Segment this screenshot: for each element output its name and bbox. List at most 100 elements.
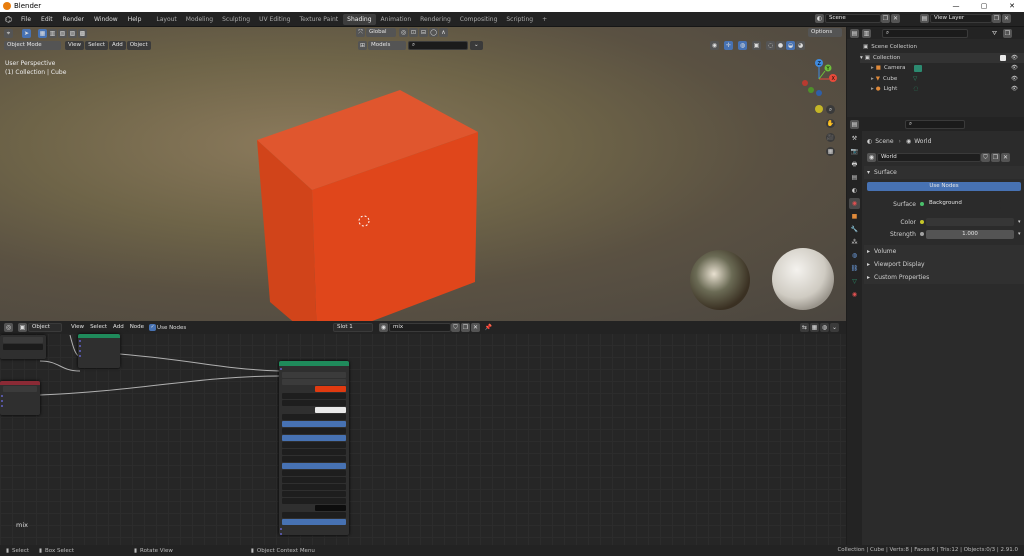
ortho-grid-icon[interactable]: ▦	[826, 147, 835, 156]
expand-icon[interactable]: ▸	[871, 84, 874, 95]
viewport-menu-select[interactable]: Select	[85, 41, 109, 50]
object-tab-icon[interactable]: ■	[849, 211, 860, 222]
viewport-menu-view[interactable]: View	[65, 41, 85, 50]
pan-hand-icon[interactable]: ✋	[826, 119, 835, 128]
outliner-item-light[interactable]: ▸ ● Light ◌ 👁	[871, 84, 1024, 95]
outliner-search[interactable]: ⌕	[882, 28, 968, 38]
particles-tab-icon[interactable]: ⁂	[849, 237, 860, 248]
use-nodes-button[interactable]: Use Nodes	[867, 182, 1021, 191]
overlay-toggle-icon[interactable]: ◍	[738, 41, 747, 50]
cube-visibility-icon[interactable]: 👁	[1011, 74, 1018, 85]
menu-window[interactable]: Window	[89, 16, 123, 23]
collapse-icon[interactable]: ▾	[860, 53, 863, 64]
menu-render[interactable]: Render	[58, 16, 89, 23]
outliner-item-cube[interactable]: ▸ ▼ Cube ▽ 👁	[871, 74, 1024, 85]
mode-dropdown[interactable]: Object Mode	[4, 41, 61, 50]
orientation-dropdown[interactable]: Global	[366, 28, 396, 37]
outliner-item-camera[interactable]: ▸ ■ Camera 👁	[871, 63, 1024, 74]
shader-node-editor[interactable]: ◎ ▣ Object View Select Add Node ✓ Use No…	[0, 321, 846, 545]
world-browse-icon[interactable]: ◉	[867, 152, 876, 162]
scene-icon[interactable]: ◐	[815, 14, 824, 23]
new-view-layer-icon[interactable]: ❐	[992, 14, 1001, 23]
select-invert-icon[interactable]: ▨	[68, 28, 77, 38]
surface-shader-field[interactable]: Background	[926, 199, 1001, 209]
add-workspace-button[interactable]: +	[538, 14, 551, 25]
select-intersect-icon[interactable]: ▩	[78, 28, 87, 38]
solid-shading-icon[interactable]: ●	[776, 41, 785, 50]
tab-animation[interactable]: Animation	[377, 14, 416, 25]
env-search[interactable]: ⌕	[408, 41, 468, 50]
modifier-tab-icon[interactable]: 🔧	[849, 224, 860, 235]
viewport-display-panel-header[interactable]: ▸ Viewport Display	[864, 258, 1024, 271]
material-tab-icon[interactable]: ◉	[849, 289, 860, 300]
collection-visibility-icon[interactable]: 👁	[1011, 53, 1018, 64]
light-visibility-icon[interactable]: 👁	[1011, 84, 1018, 95]
scene-tab-icon[interactable]: ◐	[849, 185, 860, 196]
strength-options-icon[interactable]: ▾	[1018, 231, 1021, 237]
world-duplicate-icon[interactable]: ❐	[991, 152, 1000, 162]
minimize-button[interactable]: —	[944, 0, 968, 12]
delete-view-layer-icon[interactable]: ✕	[1002, 14, 1011, 23]
scene-collection-row[interactable]: ▣ Scene Collection	[863, 42, 1024, 53]
env-expand-icon[interactable]: ⌄	[470, 41, 483, 50]
env-dropdown[interactable]: Models	[368, 41, 406, 50]
render-tab-icon[interactable]: 📷	[849, 146, 860, 157]
tab-layout[interactable]: Layout	[152, 14, 180, 25]
data-tab-icon[interactable]: ▽	[849, 276, 860, 287]
surface-panel-header[interactable]: ▾ Surface	[864, 166, 1024, 179]
3d-viewport[interactable]: ⌖ ➤ ▦ ▥ ▧ ▨ ▩ ⤧ Global ◎ ⊡ ⊟ ◯ ∧ Options…	[0, 27, 846, 321]
collection-checkbox[interactable]	[1000, 54, 1006, 61]
world-fake-user-icon[interactable]: ⛉	[981, 152, 990, 162]
camera-visibility-icon[interactable]: 👁	[1011, 63, 1018, 74]
display-mode-icon[interactable]: ▥	[862, 28, 871, 38]
tab-texture-paint[interactable]: Texture Paint	[295, 14, 342, 25]
wireframe-shading-icon[interactable]: ◌	[766, 41, 775, 50]
view-layer-selector[interactable]: View Layer	[930, 14, 992, 23]
xray-toggle-icon[interactable]: ▣	[752, 41, 761, 50]
properties-search[interactable]: ⌕	[905, 119, 965, 129]
menu-edit[interactable]: Edit	[36, 16, 58, 23]
properties-type-icon[interactable]: ▤	[850, 119, 859, 129]
outliner-type-icon[interactable]: ▤	[850, 28, 859, 38]
rendered-shading-icon[interactable]: ◕	[796, 41, 805, 50]
color-swatch[interactable]	[926, 218, 1014, 226]
select-subtract-icon[interactable]: ▧	[58, 28, 67, 38]
falloff-icon[interactable]: ∧	[439, 28, 448, 37]
tab-compositing[interactable]: Compositing	[456, 14, 502, 25]
delete-scene-icon[interactable]: ✕	[891, 14, 900, 23]
world-tab-icon[interactable]: ◉	[849, 198, 860, 209]
select-box-mode-icon[interactable]: ▦	[38, 28, 47, 38]
select-extend-icon[interactable]: ▥	[48, 28, 57, 38]
volume-panel-header[interactable]: ▸ Volume	[864, 245, 1024, 258]
mapping-node[interactable]	[78, 334, 120, 368]
color-options-icon[interactable]: ▾	[1018, 219, 1021, 225]
image-node[interactable]	[0, 335, 46, 359]
viewport-menu-object[interactable]: Object	[126, 41, 151, 50]
pivot-icon[interactable]: ◎	[399, 28, 408, 37]
collection-row[interactable]: ▾ ▣ Collection 👁	[860, 52, 1024, 64]
tab-scripting[interactable]: Scripting	[502, 14, 537, 25]
strength-field[interactable]: 1.000	[926, 229, 1014, 239]
menu-file[interactable]: File	[16, 16, 36, 23]
tab-shading[interactable]: Shading	[343, 13, 376, 25]
tab-modeling[interactable]: Modeling	[182, 14, 217, 25]
world-name-field[interactable]: World	[877, 152, 981, 162]
tab-sculpting[interactable]: Sculpting	[218, 14, 254, 25]
principled-bsdf-node[interactable]	[279, 361, 349, 535]
view-layer-tab-icon[interactable]: ▤	[849, 172, 860, 183]
options-dropdown[interactable]: Options	[808, 28, 842, 37]
gizmo-toggle-icon[interactable]: ✛	[724, 41, 733, 50]
physics-tab-icon[interactable]: ◍	[849, 250, 860, 261]
visibility-icon[interactable]: ◉	[710, 41, 719, 50]
snap-target-icon[interactable]: ⊟	[419, 28, 428, 37]
snap-icon[interactable]: ⊡	[409, 28, 418, 37]
constraints-tab-icon[interactable]: ⛓	[849, 263, 860, 274]
hdri-icon[interactable]: ⊞	[358, 41, 367, 50]
material-shading-icon[interactable]: ◒	[786, 41, 795, 50]
proportional-edit-icon[interactable]: ◯	[429, 28, 438, 37]
material-output-node[interactable]	[0, 381, 40, 415]
blender-menu-icon[interactable]: ⌬	[5, 15, 12, 24]
new-collection-icon[interactable]: ❐	[1003, 28, 1012, 38]
output-tab-icon[interactable]: 🖶	[849, 159, 860, 170]
scene-selector[interactable]: Scene	[825, 14, 881, 23]
